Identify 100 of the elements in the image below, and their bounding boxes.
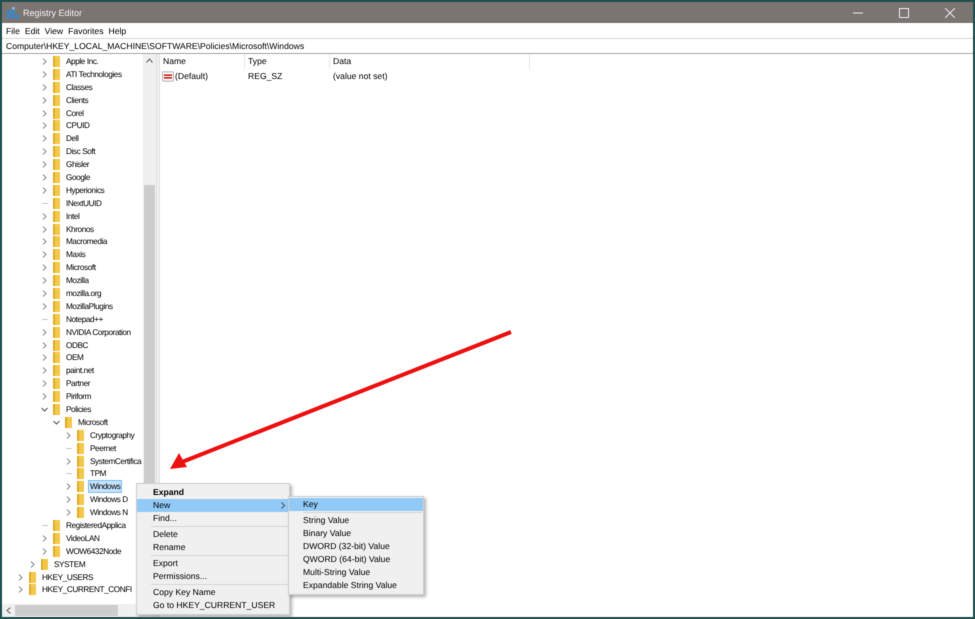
tree-item[interactable]: Intel xyxy=(64,210,82,223)
menu-item[interactable]: View xyxy=(44,26,64,36)
tree-item[interactable]: Khronos xyxy=(64,222,96,236)
column-header[interactable]: Type xyxy=(245,54,330,69)
chevron-right-icon[interactable] xyxy=(41,148,48,156)
chevron-right-icon[interactable] xyxy=(41,174,48,181)
table-cell[interactable]: (Default) xyxy=(175,71,208,81)
chevron-right-icon[interactable] xyxy=(41,122,48,130)
menu-item[interactable]: Edit xyxy=(24,26,40,36)
chevron-right-icon[interactable] xyxy=(41,110,48,116)
menu-item[interactable]: DWORD (32-bit) Value xyxy=(289,540,423,553)
menu-item[interactable]: Permissions... xyxy=(137,570,289,583)
tree-item[interactable]: paint.net xyxy=(64,364,96,378)
tree-item[interactable]: Clients xyxy=(64,94,90,107)
tree-item[interactable]: NVIDIA Corporation xyxy=(64,326,133,339)
chevron-right-icon[interactable] xyxy=(41,70,48,78)
tree-item[interactable]: Corel xyxy=(64,106,86,120)
menu-item[interactable]: Expand xyxy=(137,486,289,499)
tree-item[interactable]: Piriform xyxy=(64,390,94,404)
tree-item[interactable]: RegisteredApplica xyxy=(64,519,128,532)
chevron-right-icon[interactable] xyxy=(41,238,48,246)
tree-item[interactable]: Macromedia xyxy=(64,235,110,248)
tree-item[interactable]: Microsoft xyxy=(76,416,110,429)
column-header[interactable]: Data xyxy=(330,54,530,69)
tree-item[interactable]: OEM xyxy=(64,351,86,364)
tree-item[interactable]: Google xyxy=(64,170,92,184)
tree-item[interactable]: VideoLAN xyxy=(64,532,102,545)
tree-item[interactable]: ATI Technologies xyxy=(64,68,124,81)
tree-item[interactable]: SYSTEM xyxy=(52,558,88,571)
tree-item[interactable]: ODBC xyxy=(64,338,90,352)
tree-item[interactable]: Maxis xyxy=(64,248,88,262)
tree-item[interactable]: Classes xyxy=(64,80,94,94)
menu-item[interactable]: Expandable String Value xyxy=(289,579,423,592)
menu-item[interactable]: Delete xyxy=(137,528,289,541)
tree-item[interactable]: CPUID xyxy=(64,119,92,132)
chevron-right-icon[interactable] xyxy=(41,212,48,220)
menu-item[interactable]: Find... xyxy=(137,512,289,525)
tree-item[interactable]: Windows xyxy=(88,480,122,494)
chevron-right-icon[interactable] xyxy=(41,367,48,374)
tree-item[interactable]: Microsoft xyxy=(64,261,98,274)
menu-item[interactable]: Favorites xyxy=(68,26,104,36)
chevron-right-icon[interactable] xyxy=(41,251,48,258)
chevron-right-icon[interactable] xyxy=(65,432,72,439)
chevron-right-icon[interactable] xyxy=(41,302,48,310)
menu-item[interactable]: Rename xyxy=(137,541,289,554)
chevron-right-icon[interactable] xyxy=(41,226,48,233)
tree-item[interactable]: MozillaPlugins xyxy=(64,300,115,313)
tree-item[interactable]: Notepad++ xyxy=(64,312,105,326)
chevron-right-icon[interactable] xyxy=(41,342,48,349)
address-bar[interactable]: Computer\HKEY_LOCAL_MACHINE\SOFTWARE\Policies\Microsoft\Windows xyxy=(2,39,973,54)
tree-item[interactable]: Hyperionics xyxy=(64,184,106,197)
tree-item[interactable]: Policies xyxy=(64,403,94,416)
chevron-right-icon[interactable] xyxy=(41,84,48,91)
menu-item[interactable]: Export xyxy=(137,557,289,570)
column-header[interactable]: Name xyxy=(160,54,245,69)
tree-item[interactable]: TPM xyxy=(88,467,108,480)
menu-item[interactable]: String Value xyxy=(289,514,423,527)
chevron-right-icon[interactable] xyxy=(41,548,48,555)
chevron-right-icon[interactable] xyxy=(41,186,48,194)
tree-item[interactable]: Disc Soft xyxy=(64,145,98,158)
tree-item[interactable]: Ghisler xyxy=(64,158,92,172)
chevron-right-icon[interactable] xyxy=(29,560,36,568)
tree-item[interactable]: Cryptography xyxy=(88,428,136,442)
tree-item[interactable]: Apple Inc. xyxy=(64,54,100,68)
tree-item[interactable]: mozilla.org xyxy=(64,286,104,300)
menu-item[interactable]: New xyxy=(137,499,289,512)
chevron-right-icon[interactable] xyxy=(65,509,72,516)
chevron-right-icon[interactable] xyxy=(41,380,48,388)
tree-item[interactable]: Partner xyxy=(64,377,92,390)
chevron-right-icon[interactable] xyxy=(65,483,72,490)
chevron-down-icon[interactable] xyxy=(41,406,48,413)
tree-item[interactable]: SystemCertifica xyxy=(88,454,144,468)
chevron-right-icon[interactable] xyxy=(41,354,48,362)
tree-item[interactable]: Windows N xyxy=(88,506,130,520)
menu-item[interactable]: Go to HKEY_CURRENT_USER xyxy=(137,599,289,612)
tree-item[interactable]: Mozilla xyxy=(64,274,91,288)
scrollbar-thumb[interactable] xyxy=(15,605,118,616)
scroll-left-icon[interactable] xyxy=(6,607,11,614)
menu-item[interactable]: Key xyxy=(289,498,423,511)
chevron-right-icon[interactable] xyxy=(17,574,24,581)
chevron-right-icon[interactable] xyxy=(41,393,48,400)
chevron-right-icon[interactable] xyxy=(41,534,48,542)
tree-item[interactable]: Windows D xyxy=(88,493,130,506)
tree-item[interactable]: Peernet xyxy=(88,442,118,455)
tree-item[interactable]: Dell xyxy=(64,132,81,146)
tree-item[interactable]: WOW6432Node xyxy=(64,544,124,558)
menu-item[interactable]: Copy Key Name xyxy=(137,586,289,599)
menu-item[interactable]: File xyxy=(6,26,20,36)
chevron-right-icon[interactable] xyxy=(41,135,48,142)
chevron-right-icon[interactable] xyxy=(17,586,24,594)
tree-item[interactable]: HKEY_CURRENT_CONFI xyxy=(40,583,134,596)
chevron-right-icon[interactable] xyxy=(41,328,48,336)
tree-item[interactable]: INextUUID xyxy=(64,196,104,210)
chevron-right-icon[interactable] xyxy=(65,458,72,465)
tree-item[interactable]: HKEY_USERS xyxy=(40,570,96,584)
menu-item[interactable]: Multi-String Value xyxy=(289,566,423,579)
scroll-up-icon[interactable] xyxy=(146,58,153,63)
chevron-right-icon[interactable] xyxy=(41,290,48,297)
chevron-right-icon[interactable] xyxy=(41,264,48,272)
chevron-right-icon[interactable] xyxy=(41,58,48,65)
